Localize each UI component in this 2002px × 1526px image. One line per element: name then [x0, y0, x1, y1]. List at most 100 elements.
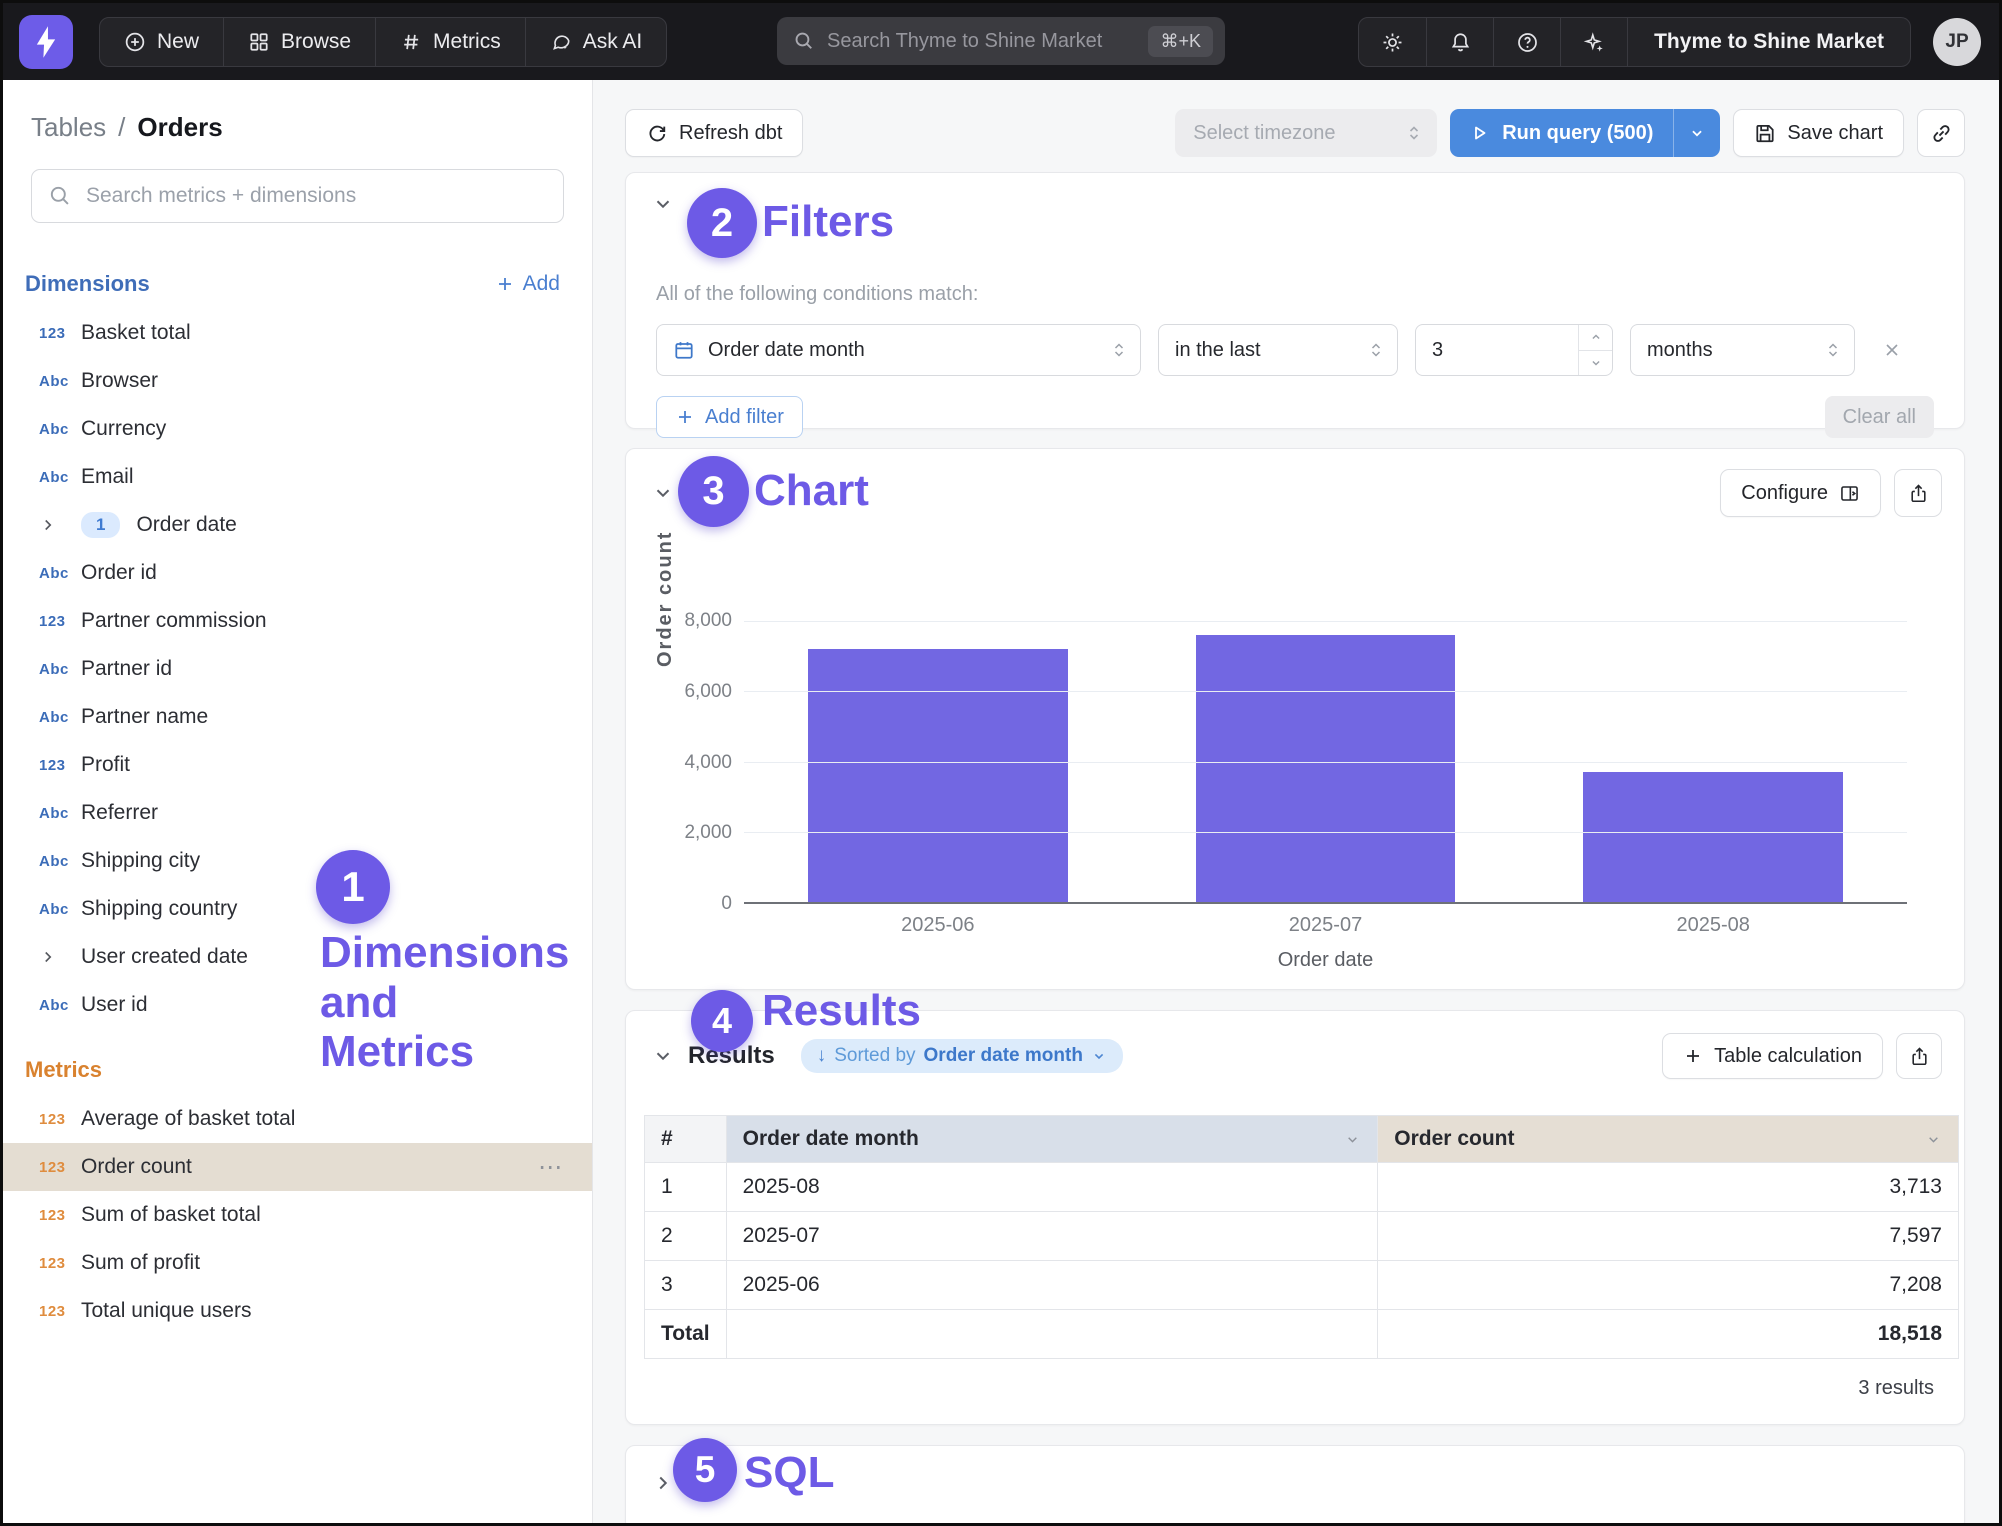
- text-type-icon: Abc: [39, 421, 81, 438]
- sidebar-item-partner-id[interactable]: AbcPartner id: [3, 645, 592, 693]
- filter-unit-select[interactable]: months: [1630, 324, 1855, 376]
- bar-2025-06[interactable]: [808, 649, 1068, 902]
- annotation-label-dimensions-metrics: Dimensions and Metrics: [320, 928, 470, 1077]
- save-chart-label: Save chart: [1787, 122, 1883, 145]
- sidebar-item-order-count[interactable]: 123Order count⋯: [3, 1143, 592, 1191]
- bar-2025-07[interactable]: [1196, 635, 1456, 902]
- sidebar-item-average-of-basket-total[interactable]: 123Average of basket total: [3, 1095, 592, 1143]
- order-count-cell: 7,597: [1378, 1212, 1959, 1261]
- refresh-dbt-label: Refresh dbt: [679, 122, 782, 145]
- item-label: Order date: [136, 513, 564, 537]
- annotation-circle-2: 2: [687, 188, 757, 258]
- total-count: 18,518: [1378, 1310, 1959, 1359]
- sidebar-item-email[interactable]: AbcEmail: [3, 453, 592, 501]
- sidebar-item-user-id[interactable]: AbcUser id: [3, 981, 592, 1029]
- configure-button[interactable]: Configure: [1720, 469, 1881, 517]
- sidebar-item-currency[interactable]: AbcCurrency: [3, 405, 592, 453]
- ai-sparkles-button[interactable]: [1560, 18, 1627, 67]
- chevron-right-icon: [39, 948, 81, 966]
- sidebar-item-order-date[interactable]: 1Order date: [3, 501, 592, 549]
- item-label: Email: [81, 465, 564, 489]
- results-collapse-button[interactable]: [652, 1045, 674, 1067]
- add-filter-button[interactable]: Add filter: [656, 396, 803, 438]
- timezone-select[interactable]: Select timezone: [1175, 109, 1437, 157]
- sidebar-item-order-id[interactable]: AbcOrder id: [3, 549, 592, 597]
- settings-button[interactable]: [1359, 18, 1426, 67]
- sidebar-item-referrer[interactable]: AbcReferrer: [3, 789, 592, 837]
- bar-2025-08[interactable]: [1583, 772, 1843, 902]
- plus-icon: [495, 274, 515, 294]
- column-header-order-date-month[interactable]: Order date month: [726, 1116, 1378, 1163]
- nav-metrics-button[interactable]: Metrics: [375, 18, 525, 66]
- link-icon: [1930, 122, 1953, 145]
- app-logo[interactable]: [19, 15, 73, 69]
- nav-new-button[interactable]: New: [100, 18, 223, 66]
- number-type-icon: 123: [39, 1111, 81, 1128]
- column-header-order-count[interactable]: Order count: [1378, 1116, 1959, 1163]
- sidebar-item-sum-of-profit[interactable]: 123Sum of profit: [3, 1239, 592, 1287]
- nav-browse-button[interactable]: Browse: [223, 18, 375, 66]
- nav-ask-ai-label: Ask AI: [583, 30, 643, 54]
- export-chart-button[interactable]: [1894, 469, 1942, 517]
- column-header-index[interactable]: #: [645, 1116, 727, 1163]
- filters-collapse-button[interactable]: [652, 193, 674, 215]
- remove-filter-button[interactable]: [1872, 330, 1912, 370]
- sorted-by-pill[interactable]: ↓ Sorted by Order date month: [801, 1039, 1123, 1073]
- sidebar-item-shipping-country[interactable]: AbcShipping country: [3, 885, 592, 933]
- help-button[interactable]: [1493, 18, 1560, 67]
- filter-operator-select[interactable]: in the last: [1158, 324, 1398, 376]
- stepper-down-button[interactable]: [1579, 351, 1612, 376]
- column-label: Order count: [1394, 1127, 1514, 1151]
- global-search-input[interactable]: [827, 30, 1148, 53]
- gridline: [744, 832, 1907, 833]
- chart-collapse-button[interactable]: [652, 482, 674, 504]
- text-type-icon: Abc: [39, 853, 81, 870]
- item-label: Total unique users: [81, 1299, 564, 1323]
- sidebar-item-total-unique-users[interactable]: 123Total unique users: [3, 1287, 592, 1335]
- sidebar-item-basket-total[interactable]: 123Basket total: [3, 309, 592, 357]
- breadcrumb-tables-link[interactable]: Tables: [31, 112, 106, 143]
- results-count: 3 results: [1858, 1377, 1934, 1400]
- run-query-main[interactable]: Run query (500): [1450, 109, 1673, 157]
- sidebar-item-shipping-city[interactable]: AbcShipping city: [3, 837, 592, 885]
- refresh-dbt-button[interactable]: Refresh dbt: [625, 109, 803, 157]
- sidebar-item-partner-commission[interactable]: 123Partner commission: [3, 597, 592, 645]
- table-calculation-button[interactable]: Table calculation: [1662, 1033, 1883, 1079]
- item-label: Order id: [81, 561, 564, 585]
- sidebar-item-sum-of-basket-total[interactable]: 123Sum of basket total: [3, 1191, 592, 1239]
- search-shortcut-badge: ⌘+K: [1148, 26, 1213, 57]
- column-label: Order date month: [743, 1127, 919, 1151]
- clear-all-button[interactable]: Clear all: [1825, 396, 1934, 438]
- export-results-button[interactable]: [1896, 1033, 1942, 1079]
- sidebar-item-profit[interactable]: 123Profit: [3, 741, 592, 789]
- item-label: Sum of profit: [81, 1251, 564, 1275]
- x-tick-label: 2025-06: [744, 914, 1132, 937]
- global-search-bar[interactable]: ⌘+K: [777, 17, 1225, 65]
- sql-expand-button[interactable]: [652, 1472, 674, 1494]
- nav-metrics-label: Metrics: [433, 30, 501, 54]
- share-link-button[interactable]: [1917, 109, 1965, 157]
- plot-area: [744, 621, 1907, 904]
- fields-search-box[interactable]: [31, 169, 564, 223]
- stepper-up-button[interactable]: [1579, 325, 1612, 351]
- add-dimension-button[interactable]: Add: [495, 272, 560, 296]
- item-menu-icon[interactable]: ⋯: [538, 1153, 564, 1182]
- save-chart-button[interactable]: Save chart: [1733, 109, 1904, 157]
- run-query-dropdown[interactable]: [1673, 109, 1720, 157]
- notifications-button[interactable]: [1426, 18, 1493, 67]
- navbar-right: Thyme to Shine Market JP: [1358, 17, 1981, 67]
- nav-ask-ai-button[interactable]: Ask AI: [525, 18, 667, 66]
- fields-search-input[interactable]: [86, 184, 547, 208]
- x-tick-label: 2025-07: [1132, 914, 1520, 937]
- user-avatar[interactable]: JP: [1933, 18, 1981, 66]
- dimensions-list: 123Basket totalAbcBrowserAbcCurrencyAbcE…: [3, 309, 592, 1029]
- filter-value-input[interactable]: 3: [1415, 324, 1613, 376]
- sidebar-item-partner-name[interactable]: AbcPartner name: [3, 693, 592, 741]
- sidebar-item-browser[interactable]: AbcBrowser: [3, 357, 592, 405]
- item-label: Partner name: [81, 705, 564, 729]
- filter-field-select[interactable]: Order date month: [656, 324, 1141, 376]
- org-switcher[interactable]: Thyme to Shine Market: [1627, 18, 1910, 66]
- panel-icon: [1839, 483, 1860, 504]
- run-query-button[interactable]: Run query (500): [1450, 109, 1720, 157]
- add-label: Add: [523, 272, 560, 296]
